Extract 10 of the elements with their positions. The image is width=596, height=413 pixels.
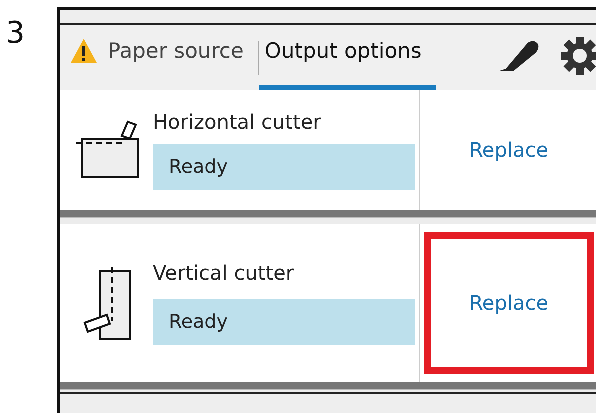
cutter-name: Vertical cutter bbox=[153, 261, 296, 286]
vertical-cutter-icon bbox=[82, 265, 132, 342]
replace-button[interactable]: Replace bbox=[424, 232, 594, 374]
status-bar: Ready bbox=[153, 299, 415, 346]
cutter-name: Horizontal cutter bbox=[153, 110, 322, 134]
step-number: 3 bbox=[5, 15, 26, 53]
settings-icon[interactable] bbox=[560, 36, 596, 76]
tab[interactable]: Paper source bbox=[64, 30, 258, 90]
status-bar: Ready bbox=[153, 144, 415, 190]
warning-icon bbox=[70, 38, 98, 64]
